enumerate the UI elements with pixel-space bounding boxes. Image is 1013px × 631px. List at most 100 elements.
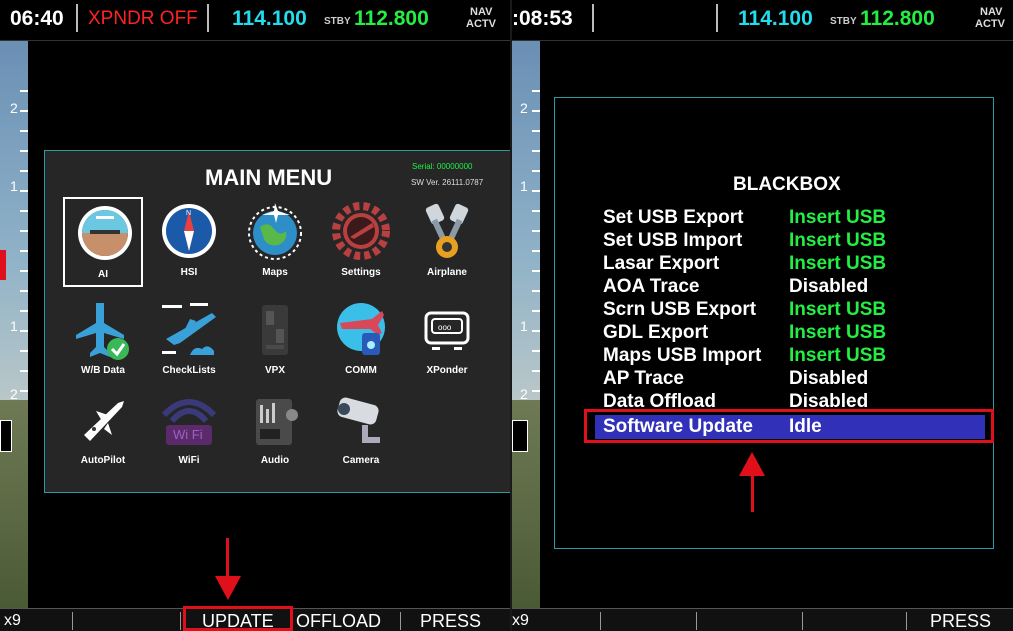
menu-item-audio[interactable]: Audio	[235, 385, 315, 475]
tape-mark: 2	[520, 386, 528, 402]
menu-item-label: Audio	[260, 455, 290, 466]
xpndr-status[interactable]: XPNDR OFF	[88, 6, 198, 32]
row-label: AP Trace	[603, 368, 684, 389]
transponder-icon: ooo	[424, 311, 470, 350]
row-label: Set USB Export	[603, 207, 744, 228]
softkey-separator	[400, 612, 401, 630]
menu-item-label: VPX	[264, 365, 285, 376]
actv-label: ACTV	[975, 18, 1005, 30]
standby-frequency[interactable]: 112.800	[860, 6, 935, 32]
red-marker	[0, 250, 6, 280]
tape-mark: 2	[10, 100, 18, 116]
engine-pistons-icon	[425, 203, 469, 258]
softkey-separator	[802, 612, 803, 630]
row-label: Set USB Import	[603, 230, 743, 251]
annotation-box-update	[183, 606, 293, 631]
menu-item-label: CheckLists	[162, 365, 216, 376]
menu-item-ai[interactable]: AI	[63, 197, 143, 287]
nav-label: NAV	[980, 6, 1003, 18]
stby-label: STBY	[830, 16, 857, 27]
standby-frequency[interactable]: 112.800	[354, 6, 429, 32]
softkey-separator	[906, 612, 907, 630]
radio-plane-icon	[337, 303, 385, 355]
pointer-box	[512, 420, 528, 452]
row-value: Insert USB	[789, 253, 887, 274]
menu-item-airplane[interactable]: Airplane	[407, 197, 487, 287]
svg-text:ooo: ooo	[438, 323, 452, 332]
stby-label: STBY	[324, 16, 351, 27]
menu-item-vpx[interactable]: VPX	[235, 295, 315, 385]
softkey-partial[interactable]: x9	[512, 609, 529, 631]
row-value: Insert USB	[789, 299, 887, 320]
active-frequency[interactable]: 114.100	[232, 6, 307, 32]
menu-item-label: XPonder	[426, 365, 468, 376]
autopilot-plane-icon	[84, 401, 124, 441]
clock: :08:53	[512, 7, 573, 30]
audio-panel-icon	[256, 399, 298, 445]
active-frequency[interactable]: 114.100	[738, 6, 813, 32]
menu-item-label: HSI	[180, 267, 198, 278]
tape-mark: 1	[10, 178, 18, 194]
status-separator	[592, 4, 594, 32]
row-label: AOA Trace	[603, 276, 700, 297]
attitude-indicator-icon	[78, 206, 132, 260]
annotation-arrow	[226, 538, 229, 580]
clock: 06:40	[10, 7, 64, 30]
globe-plane-icon	[248, 203, 302, 260]
left-display: 2 1 1 2 06:40 XPNDR OFF 114.100 STBY 112…	[0, 0, 510, 631]
menu-item-camera[interactable]: Camera	[321, 385, 401, 475]
menu-item-label: Settings	[341, 267, 381, 278]
tape-ticks	[20, 90, 28, 420]
status-bar: :08:53 114.100 STBY 112.800 NAV ACTV	[512, 0, 1013, 41]
row-value: Insert USB	[789, 345, 887, 366]
row-value: Disabled	[789, 368, 869, 389]
status-bar: 06:40 XPNDR OFF 114.100 STBY 112.800 NAV…	[0, 0, 510, 41]
menu-item-xponder[interactable]: ooo XPonder	[407, 295, 487, 385]
softkey-press[interactable]: PRESS	[420, 609, 481, 631]
menu-item-autopilot[interactable]: AutoPilot	[63, 385, 143, 475]
annotation-box-software-update	[584, 409, 994, 443]
menu-item-label: Maps	[262, 267, 288, 278]
menu-item-wifi[interactable]: Wi Fi WiFi	[149, 385, 229, 475]
softkey-bar: x9 PRESS	[512, 608, 1013, 631]
arrow-down-icon	[215, 576, 241, 600]
annotation-arrow	[751, 474, 754, 512]
menu-item-label: COMM	[345, 365, 377, 376]
softkey-partial[interactable]: x9	[4, 609, 21, 631]
plane-takeoff-icon	[162, 303, 216, 355]
softkey-separator	[180, 612, 181, 630]
menu-item-hsi[interactable]: N HSI	[149, 197, 229, 287]
softkey-offload[interactable]: OFFLOAD	[296, 609, 381, 631]
softkey-separator	[600, 612, 601, 630]
menu-item-label: AutoPilot	[80, 455, 126, 466]
main-menu-panel: MAIN MENU Serial: 00000000 SW Ver. 26111…	[44, 150, 510, 493]
tape-mark: 1	[520, 318, 528, 334]
menu-item-label: AI	[98, 269, 108, 280]
softkey-press[interactable]: PRESS	[930, 609, 991, 631]
tape-mark: 1	[520, 178, 528, 194]
compass-icon: N	[162, 204, 216, 258]
security-camera-icon	[337, 397, 380, 443]
status-separator	[76, 4, 78, 32]
menu-item-comm[interactable]: COMM	[321, 295, 401, 385]
software-version: SW Ver. 26111.0787	[411, 178, 484, 187]
serial-number: Serial: 00000000	[412, 162, 473, 171]
menu-item-checklists[interactable]: CheckLists	[149, 295, 229, 385]
menu-title: MAIN MENU	[205, 165, 333, 190]
softkey-separator	[696, 612, 697, 630]
menu-item-wb-data[interactable]: W/B Data	[63, 295, 143, 385]
menu-item-label: Airplane	[426, 267, 467, 278]
menu-item-settings[interactable]: Settings	[321, 197, 401, 287]
nav-label: NAV	[470, 6, 493, 18]
row-value: Disabled	[789, 276, 869, 297]
status-separator	[716, 4, 718, 32]
blackbox-panel: BLACKBOX Set USB Export Insert USB Set U…	[554, 97, 994, 549]
tape-mark: 1	[10, 318, 18, 334]
softkey-separator	[72, 612, 73, 630]
status-separator	[207, 4, 209, 32]
tape-mark: 2	[520, 100, 528, 116]
menu-item-maps[interactable]: Maps	[235, 197, 315, 287]
gear-plane-icon	[332, 202, 390, 260]
menu-item-label: Camera	[342, 455, 380, 466]
vpx-box-icon	[262, 305, 288, 355]
